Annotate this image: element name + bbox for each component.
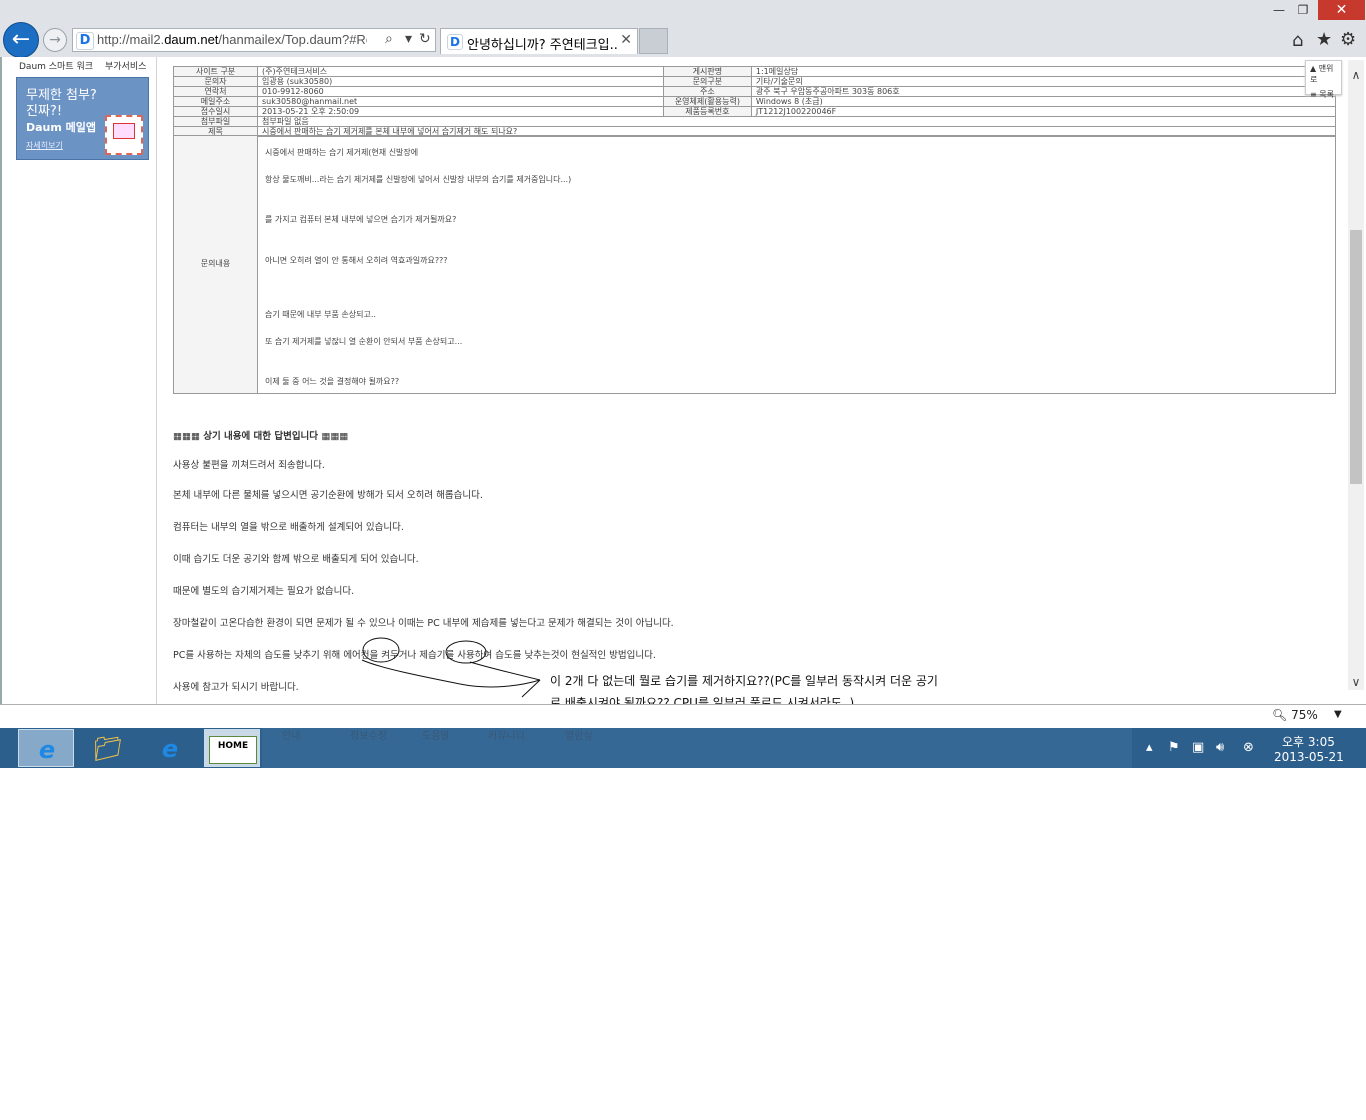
- home-app-icon: HOME: [209, 736, 257, 764]
- show-hidden-icons[interactable]: ▴: [1146, 740, 1153, 755]
- network-icon[interactable]: ▣: [1192, 740, 1204, 755]
- taskbar-background-page: [262, 728, 1132, 768]
- ghost-menu-item: 커뮤니티: [488, 731, 525, 742]
- handdrawn-annotation: [361, 637, 541, 698]
- ghost-menu-item: 안내: [282, 731, 301, 742]
- ghost-menu-item: 열람실: [565, 731, 593, 742]
- zoom-dropdown-icon[interactable]: ▼: [1334, 709, 1342, 720]
- internet-explorer-icon: e: [38, 736, 56, 764]
- folder-icon: 📁︎: [92, 735, 124, 763]
- clock-time[interactable]: 오후 3:05: [1282, 733, 1335, 750]
- annotation-text: 이 2개 다 없는데 뭘로 습기를 제거하지요??(PC를 일부러 동작시켜 더…: [550, 674, 938, 688]
- status-bar: [0, 704, 1366, 728]
- network-disconnected-icon[interactable]: ⊗: [1243, 740, 1254, 755]
- ghost-menu-item: 정보수정: [350, 731, 387, 742]
- arrow-line: [469, 661, 541, 681]
- flag-icon[interactable]: ⚑: [1168, 740, 1180, 755]
- circle-mark: [445, 640, 487, 664]
- taskbar-home-app[interactable]: HOME: [204, 729, 260, 767]
- zoom-icon: 🔍︎: [1272, 708, 1288, 722]
- taskbar-ie[interactable]: e: [142, 729, 198, 767]
- zoom-value: 75%: [1291, 708, 1318, 722]
- clock-date[interactable]: 2013-05-21: [1274, 750, 1344, 764]
- zoom-level[interactable]: 🔍︎ 75%: [1272, 708, 1318, 722]
- taskbar-ie-active[interactable]: e: [18, 729, 74, 767]
- volume-icon[interactable]: 🔊︎: [1216, 740, 1224, 755]
- internet-explorer-icon: e: [161, 735, 179, 763]
- circle-mark: [362, 637, 400, 663]
- ghost-menu-item: 도움말: [422, 731, 450, 742]
- taskbar-file-explorer[interactable]: 📁︎: [80, 729, 136, 767]
